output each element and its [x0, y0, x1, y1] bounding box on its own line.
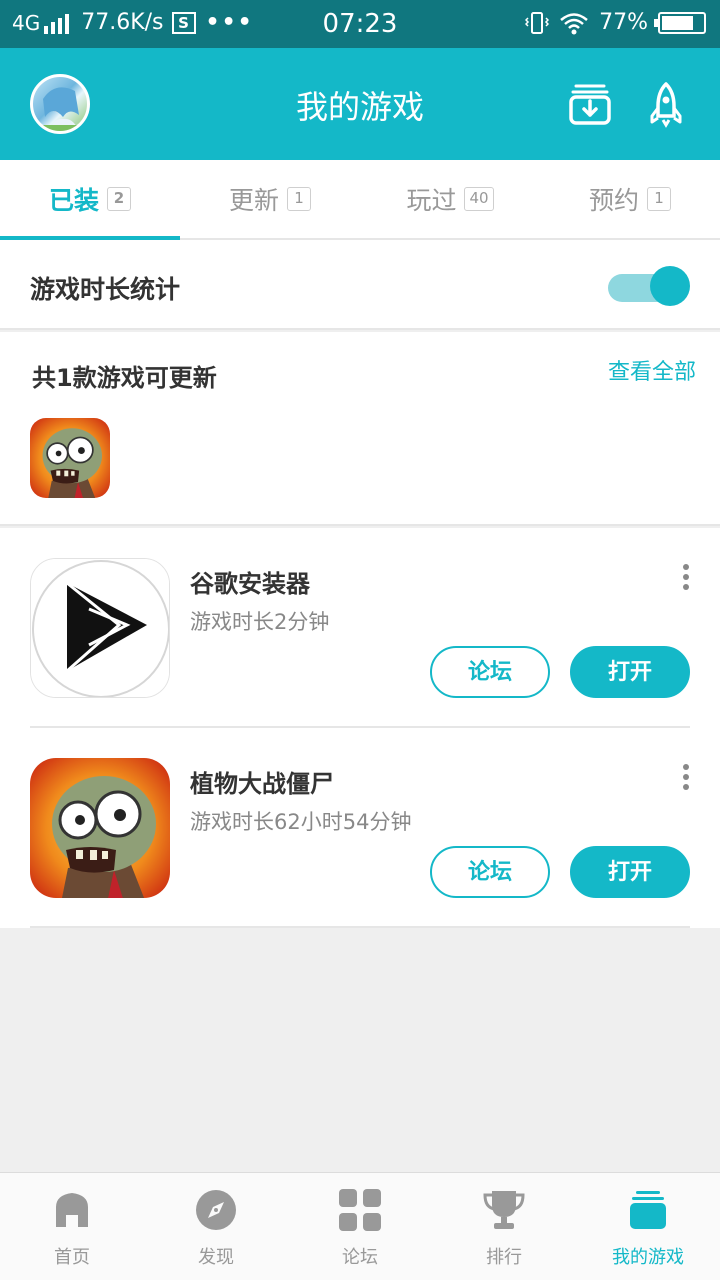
- tab-installed[interactable]: 已装 2: [0, 160, 180, 240]
- nav-forum[interactable]: 论坛: [288, 1173, 432, 1280]
- vibrate-icon: [525, 11, 550, 34]
- toggle-knob: [650, 266, 690, 306]
- more-options-icon[interactable]: [676, 764, 696, 790]
- nav-ranking[interactable]: 排行: [432, 1173, 576, 1280]
- download-manager-icon[interactable]: [566, 80, 614, 128]
- tab-count-badge: 40: [464, 187, 494, 211]
- installed-games-list: 谷歌安装器 游戏时长2分钟 论坛 打开 植物大战僵尸 游戏时长62小时54分钟 …: [0, 528, 720, 928]
- tab-label: 更新: [228, 186, 279, 215]
- forum-button[interactable]: 论坛: [430, 646, 550, 698]
- tab-label: 预约: [588, 186, 639, 215]
- home-icon: [56, 1193, 88, 1227]
- app-header: 我的游戏: [0, 48, 720, 160]
- game-name: 谷歌安装器: [190, 570, 310, 598]
- my-games-icon: [630, 1191, 666, 1229]
- more-options-icon[interactable]: [676, 564, 696, 590]
- open-button[interactable]: 打开: [570, 646, 690, 698]
- game-playtime: 游戏时长2分钟: [190, 610, 330, 634]
- nav-home[interactable]: 首页: [0, 1173, 144, 1280]
- tab-label: 玩过: [406, 186, 457, 215]
- open-button[interactable]: 打开: [570, 846, 690, 898]
- wifi-icon: [560, 12, 588, 34]
- playtime-stats-toggle[interactable]: [608, 266, 690, 306]
- game-playtime: 游戏时长62小时54分钟: [190, 810, 412, 834]
- tab-updates[interactable]: 更新 1: [180, 160, 360, 238]
- list-item: 谷歌安装器 游戏时长2分钟 论坛 打开: [0, 528, 720, 728]
- pvz-game-icon[interactable]: [30, 758, 170, 898]
- updates-title: 共1款游戏可更新: [32, 364, 217, 392]
- tab-played[interactable]: 玩过 40: [360, 160, 540, 238]
- game-tabs: 已装 2 更新 1 玩过 40 预约 1: [0, 160, 720, 240]
- tab-count-badge: 2: [107, 187, 131, 211]
- rocket-icon[interactable]: [642, 80, 690, 128]
- compass-icon: [196, 1190, 236, 1230]
- forum-button[interactable]: 论坛: [430, 846, 550, 898]
- trophy-icon: [483, 1191, 525, 1229]
- tab-count-badge: 1: [647, 187, 671, 211]
- nav-label: 我的游戏: [612, 1247, 684, 1268]
- battery-icon: [654, 11, 706, 34]
- nav-my-games[interactable]: 我的游戏: [576, 1173, 720, 1280]
- tab-label: 已装: [48, 186, 99, 215]
- game-name: 植物大战僵尸: [190, 770, 334, 798]
- tab-reserved[interactable]: 预约 1: [540, 160, 720, 238]
- status-bar: 4G 77.6K/s S ••• 07:23 77%: [0, 0, 720, 48]
- nav-label: 首页: [54, 1247, 90, 1268]
- nav-discover[interactable]: 发现: [144, 1173, 288, 1280]
- divider: [30, 926, 690, 928]
- updates-section: 共1款游戏可更新 查看全部: [0, 332, 720, 526]
- grid-icon: [339, 1189, 381, 1231]
- battery-percent: 77%: [599, 10, 648, 35]
- playtime-stats-label: 游戏时长统计: [30, 275, 181, 304]
- list-item: 植物大战僵尸 游戏时长62小时54分钟 论坛 打开: [0, 728, 720, 928]
- nav-label: 论坛: [342, 1247, 378, 1268]
- tab-count-badge: 1: [287, 187, 311, 211]
- playtime-stats-row: 游戏时长统计: [0, 240, 720, 330]
- view-all-link[interactable]: 查看全部: [608, 354, 696, 386]
- google-installer-icon[interactable]: [30, 558, 170, 698]
- nav-label: 排行: [486, 1247, 522, 1268]
- bottom-navigation: 首页 发现 论坛 排行 我的游戏: [0, 1172, 720, 1280]
- nav-label: 发现: [198, 1247, 234, 1268]
- update-game-icon[interactable]: [30, 418, 110, 498]
